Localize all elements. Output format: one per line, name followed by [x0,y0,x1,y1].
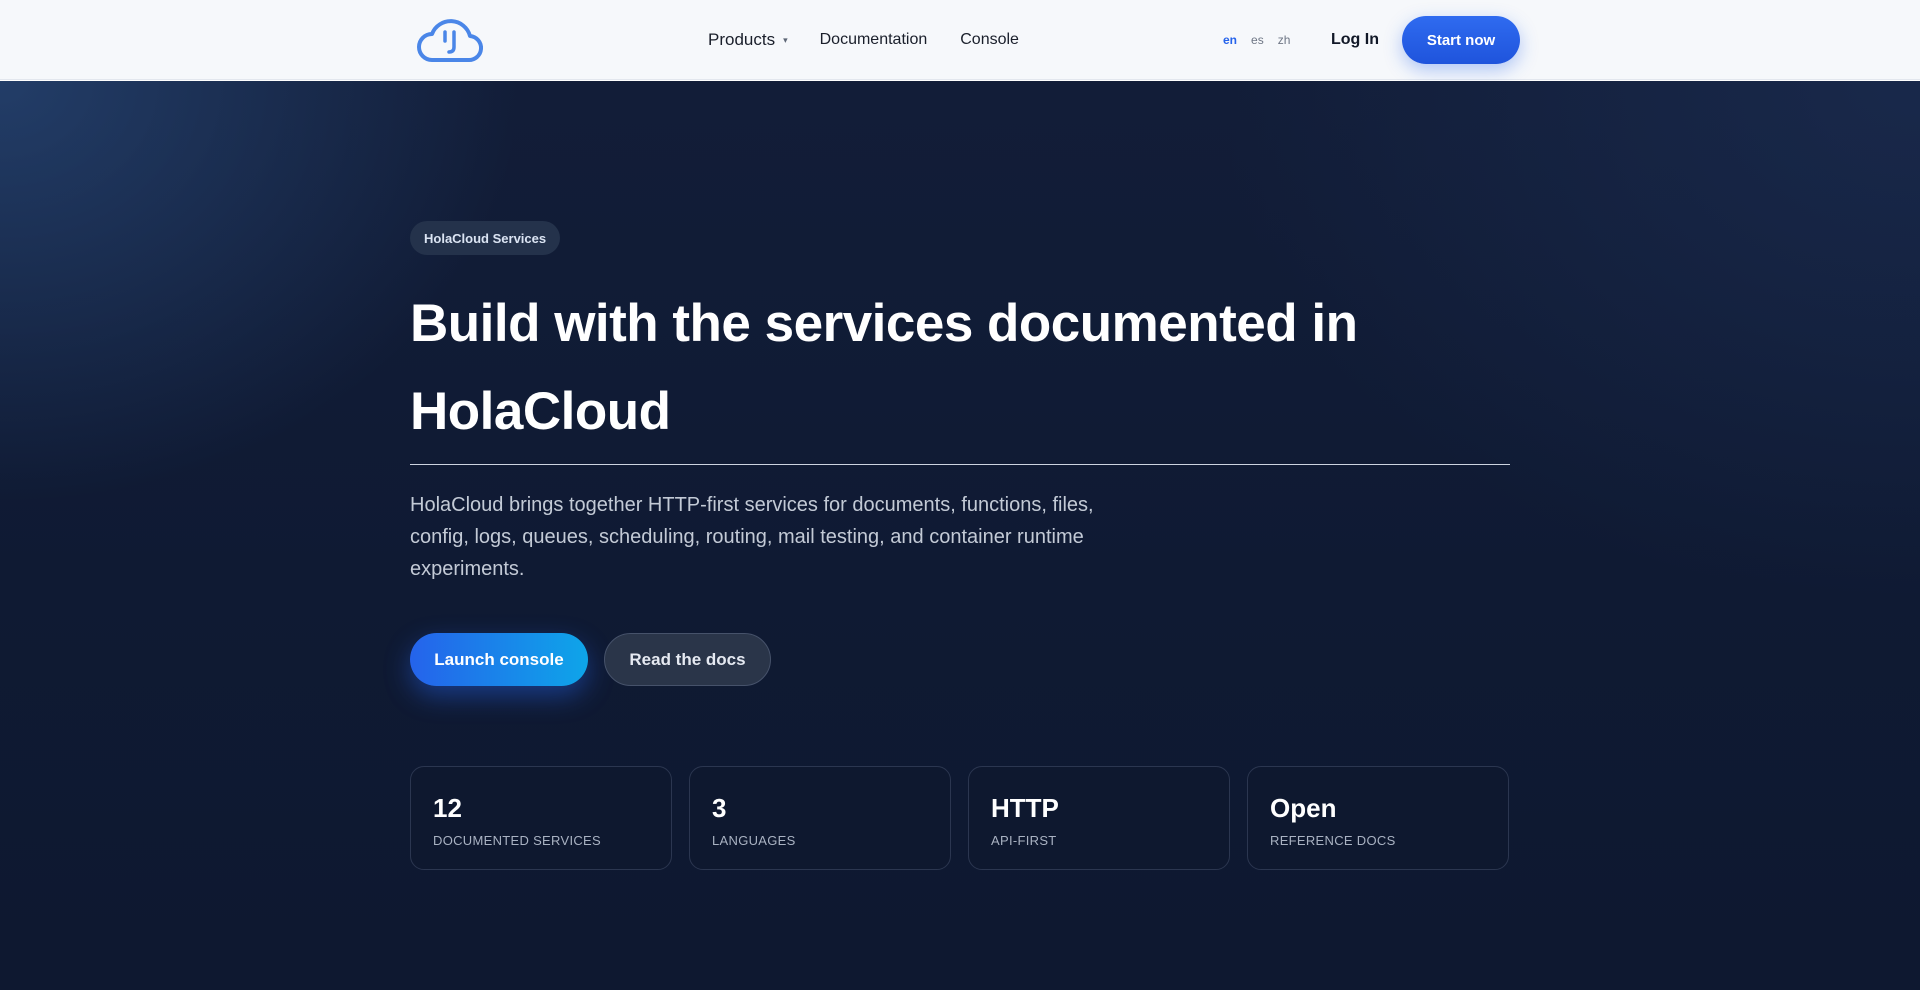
lang-es[interactable]: es [1251,33,1264,47]
hero-description: HolaCloud brings together HTTP-first ser… [410,494,1094,580]
services-badge: HolaCloud Services [410,221,561,255]
nav-documentation[interactable]: Documentation [820,31,928,49]
stat-label: API-FIRST [991,833,1057,848]
top-header: Products ▾ Documentation Console en es z… [0,0,1920,80]
stat-label: REFERENCE DOCS [1270,833,1396,848]
nav-products[interactable]: Products ▾ [708,30,788,50]
stat-value: 12 [433,793,462,823]
stat-card-open: Open REFERENCE DOCS [1247,766,1509,870]
read-docs-button[interactable]: Read the docs [604,633,771,686]
stats-row: 12 DOCUMENTED SERVICES 3 LANGUAGES HTTP … [410,766,1510,870]
hero-headline: Build with the services documented in Ho… [410,294,1358,441]
hero-divider [410,464,1510,465]
stat-value: 3 [712,793,727,823]
chevron-down-icon: ▾ [783,34,788,45]
stat-card-http: HTTP API-FIRST [968,766,1230,870]
stat-label: DOCUMENTED SERVICES [433,833,601,848]
language-switcher: en es zh [1223,0,1290,80]
launch-console-button[interactable]: Launch console [410,633,588,686]
holacloud-logo-icon[interactable] [416,14,484,64]
lang-zh[interactable]: zh [1278,33,1291,47]
stat-label: LANGUAGES [712,833,796,848]
stat-value: Open [1270,793,1337,823]
stat-card-languages: 3 LANGUAGES [689,766,951,870]
main-nav: Products ▾ Documentation Console [708,0,1019,80]
stat-value: HTTP [991,793,1059,823]
stat-card-services: 12 DOCUMENTED SERVICES [410,766,672,870]
nav-console[interactable]: Console [960,31,1019,49]
login-link[interactable]: Log In [1331,0,1379,80]
lang-en[interactable]: en [1223,33,1237,47]
nav-products-label: Products [708,30,776,49]
start-now-button[interactable]: Start now [1402,16,1520,64]
